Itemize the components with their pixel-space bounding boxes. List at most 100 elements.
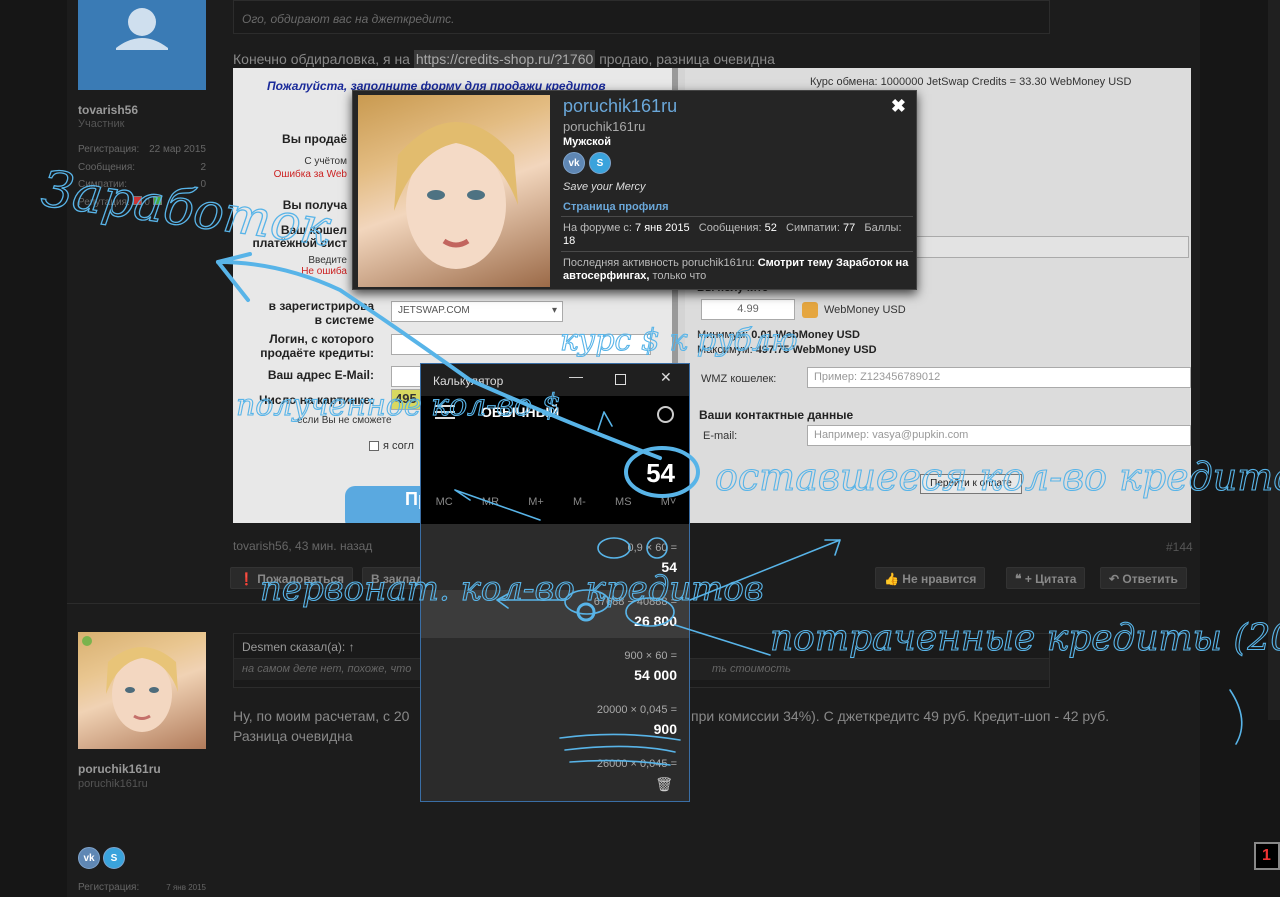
stat-label: Симпатии: (78, 179, 127, 190)
form-label: Ошибка за Web (273, 169, 347, 180)
memory-button[interactable]: M+ (528, 496, 544, 508)
reply-label: Ответить (1122, 572, 1178, 586)
post-text-line2: Разница очевидна (233, 728, 353, 744)
dislike-button[interactable]: 👍 Не нравится (875, 567, 986, 589)
history-result: 54 (661, 559, 677, 575)
stat-label: На форуме с: (563, 222, 632, 234)
profile-link[interactable]: Страница профиля (563, 201, 669, 213)
history-result: 54 000 (634, 667, 677, 683)
history-item[interactable]: 0,9 × 60 = 54 (421, 536, 689, 584)
post-text-part: Ну, по моим расчетам, с 20 (233, 708, 410, 724)
history-list: 0,9 × 60 = 54 67688 − 40888 = 26 800 900 ×… (421, 524, 689, 801)
history-expression: 20000 × 0,045 = (596, 704, 677, 716)
history-item[interactable]: 900 × 60 = 54 000 (421, 644, 689, 692)
popup-social: vk S (563, 152, 611, 174)
history-expression: 0,9 × 60 = (627, 542, 677, 554)
popup-status: Save your Mercy (563, 181, 646, 193)
form-label: Вы получа (282, 198, 347, 212)
quote-icon: ❝ (1015, 572, 1022, 586)
avatar[interactable] (78, 0, 206, 90)
minimize-icon[interactable]: — (569, 368, 583, 384)
form-label: в зарегистрирова (268, 299, 374, 313)
reputation-value: 0 (144, 196, 150, 208)
rep-minus-icon[interactable] (132, 195, 142, 205)
red-corner-icon[interactable]: 1 (1254, 842, 1280, 870)
close-icon[interactable]: ✖ (891, 96, 906, 117)
form-label: Логин, с которого (269, 332, 374, 346)
quote-label: + Цитата (1024, 572, 1077, 586)
calc-result: 54 (646, 458, 675, 488)
system-value: JETSWAP.COM (398, 305, 470, 316)
memory-button[interactable]: M˅ (661, 496, 677, 508)
next-button[interactable]: Перейти к оплате (920, 474, 1022, 494)
history-item[interactable]: 67688 − 40888 = 26 800 (421, 590, 689, 638)
popup-title: poruchik161ru (563, 119, 646, 134)
skype-icon[interactable]: S (103, 847, 125, 869)
checkbox[interactable] (369, 441, 379, 451)
history-item[interactable]: 20000 × 0,045 = 900 (421, 698, 689, 746)
system-select[interactable]: JETSWAP.COM ▾ (391, 301, 563, 322)
form-label: платёжной сист (252, 236, 348, 250)
bookmark-button[interactable]: В закладки (362, 567, 422, 589)
stat-label: Баллы: (864, 222, 902, 234)
post-number[interactable]: #144 (1166, 540, 1193, 554)
memory-button[interactable]: MR (482, 496, 499, 508)
stat-value: 77 (842, 222, 856, 234)
post-text: Ну, по моим расчетам, с 20 при комиссии … (233, 708, 1163, 724)
history-result: 900 (653, 721, 677, 737)
scrollbar[interactable] (1268, 0, 1280, 720)
rep-plus-icon[interactable] (152, 195, 162, 205)
alert-icon: ❗ (239, 572, 254, 586)
memory-bar: MC MR M+ M- MS M˅ (421, 496, 689, 508)
stat-label: Сообщения: (78, 161, 136, 173)
max-row: Максимум: 497.75 WebMoney USD (697, 344, 877, 356)
captcha-image: 495 (391, 389, 423, 410)
wmz-input[interactable]: Пример: Z123456789012 (807, 367, 1191, 388)
history-expression: 26000 × 0,045 = (596, 758, 677, 770)
user-stats: Регистрация: 7 янв 2015 (78, 879, 206, 897)
menu-icon[interactable] (435, 405, 455, 423)
vk-icon[interactable]: vk (78, 847, 100, 869)
chevron-down-icon: ▾ (551, 305, 557, 316)
memory-button[interactable]: M- (573, 496, 586, 508)
popup-avatar[interactable] (358, 95, 550, 287)
avatar[interactable] (78, 632, 206, 749)
form-label: в системе (314, 313, 374, 327)
close-icon[interactable]: ✕ (660, 369, 672, 386)
skype-icon[interactable]: S (589, 152, 611, 174)
history-icon[interactable] (657, 406, 674, 423)
amount-input[interactable]: 4.99 (701, 299, 795, 320)
post-author[interactable]: poruchik161ru (78, 762, 161, 776)
quote-text-b: ть стоимость (712, 663, 791, 675)
window-title: Калькулятор (433, 374, 504, 388)
bookmark-label: В закладки (371, 572, 421, 586)
dislike-label: Не нравится (902, 572, 977, 586)
user-role: poruchik161ru (78, 778, 148, 790)
history-item[interactable]: 26000 × 0,045 = (421, 752, 689, 800)
vk-icon[interactable]: vk (563, 152, 585, 174)
memory-button[interactable]: MC (436, 496, 453, 508)
reply-button[interactable]: ↶ Ответить (1100, 567, 1187, 589)
stat-label: Регистрация: (78, 882, 140, 893)
post-text-part: при комиссии 34%). С джеткредитс 49 руб.… (691, 708, 1110, 724)
history-result: 26 800 (634, 613, 677, 629)
divider (561, 216, 913, 217)
history-expression: 67688 − 40888 = (593, 596, 677, 608)
login-input[interactable] (391, 334, 651, 355)
post-link[interactable]: https://credits-shop.ru/?1760 (413, 50, 596, 68)
memory-button[interactable]: MS (615, 496, 632, 508)
contact-email-input[interactable]: Например: vasya@pupkin.com (807, 425, 1191, 446)
activity-time: только что (652, 270, 707, 282)
popup-username[interactable]: poruchik161ru (563, 96, 677, 117)
trash-icon[interactable]: 🗑 (655, 776, 673, 793)
complain-button[interactable]: ❗ Пожаловаться (230, 567, 354, 589)
form-label: С учётом (304, 156, 347, 167)
maximize-icon[interactable] (615, 374, 626, 385)
stat-value: 2 (200, 161, 206, 173)
form-label: если Вы не сможете (297, 415, 392, 426)
stat-value: 52 (764, 222, 777, 234)
quote-button[interactable]: ❝ + Цитата (1006, 567, 1086, 589)
quote-text: Ого, обдирают вас на джеткредитс. (242, 12, 455, 26)
post-author[interactable]: tovarish56 (78, 103, 138, 117)
form-label: Вы продаё (282, 132, 347, 146)
